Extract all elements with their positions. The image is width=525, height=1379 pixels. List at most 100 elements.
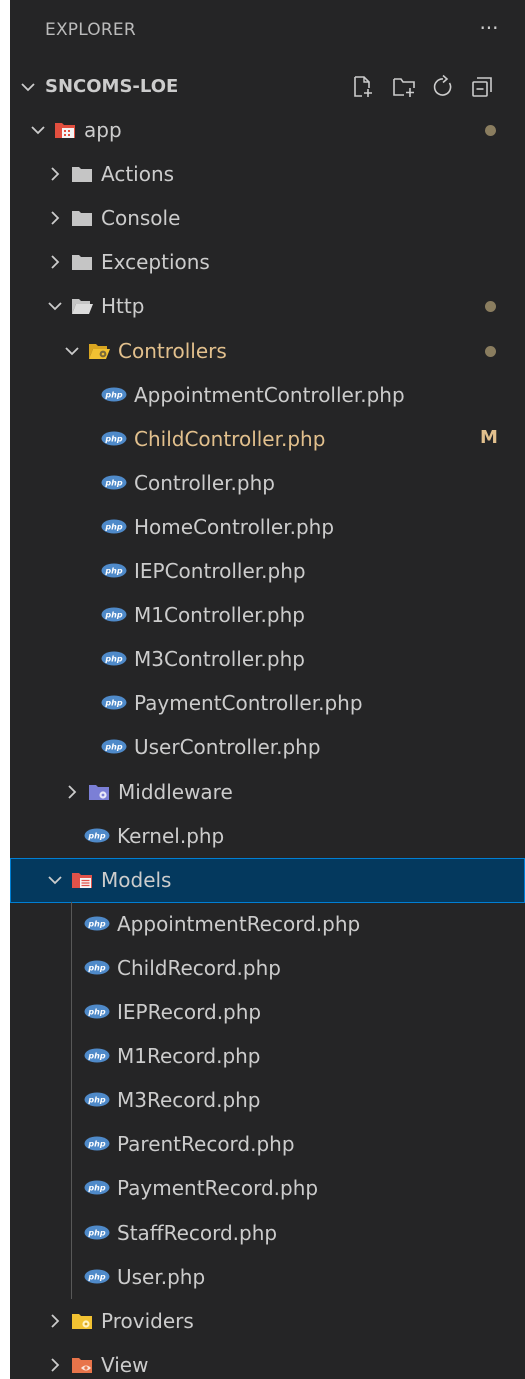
tree-item-label: Middleware [118, 779, 233, 804]
php-file-icon: php [101, 387, 127, 402]
indent-guide [71, 901, 72, 1299]
svg-text:php: php [104, 390, 122, 399]
tree-item-label: M3Controller.php [134, 647, 305, 672]
tree-item-label: Controllers [118, 338, 227, 363]
tree-file-item[interactable]: php HomeController.php [10, 505, 525, 550]
tree-item-label: IEPRecord.php [117, 1000, 262, 1024]
tree-item-label: Controller.php [134, 470, 275, 495]
tree-folder-item[interactable]: Models [10, 857, 525, 903]
chevron-right-icon [51, 211, 60, 225]
tree-file-item[interactable]: php IEPRecord.php [10, 990, 525, 1035]
tree-file-item[interactable]: php Kernel.php [10, 814, 525, 859]
tree-file-item[interactable]: php StaffRecord.php [10, 1211, 525, 1256]
tree-item-label: ParentRecord.php [117, 1132, 295, 1157]
tree-folder-item[interactable]: Console [10, 196, 525, 241]
php-file-icon: php [101, 519, 127, 534]
php-file-icon: php [84, 1092, 110, 1107]
view-folder-icon [72, 1357, 92, 1373]
tree-folder-item[interactable]: Middleware [10, 770, 525, 815]
chevron-right-icon [51, 255, 60, 269]
modified-dot-indicator [485, 301, 496, 313]
folder-open-icon [72, 299, 93, 315]
tree-item-label: Providers [101, 1308, 194, 1333]
php-file-icon: php [84, 1180, 110, 1195]
tree-file-item[interactable]: php ParentRecord.php [10, 1122, 525, 1167]
folder-icon [72, 211, 92, 227]
svg-text:php: php [104, 743, 122, 752]
chevron-down-icon [65, 346, 79, 355]
folder-icon [72, 255, 92, 271]
php-file-icon: php [101, 651, 127, 666]
tree-file-item[interactable]: php ChildRecord.php [10, 946, 525, 991]
tree-folder-item[interactable]: Exceptions [10, 240, 525, 285]
refresh-icon[interactable] [430, 74, 456, 100]
new-folder-icon[interactable] [391, 74, 417, 100]
folder-icon [72, 167, 92, 183]
tree-folder-item[interactable]: Actions [10, 152, 525, 197]
workspace-section-header[interactable]: SNCOMS-LOE [10, 64, 525, 110]
tree-item-label: M3Record.php [117, 1088, 261, 1113]
tree-file-item[interactable]: php M3Record.php [10, 1078, 525, 1123]
tree-file-item[interactable]: php UserController.php [10, 725, 525, 770]
php-file-icon: php [84, 1136, 110, 1151]
more-actions-button[interactable]: ··· [474, 16, 504, 46]
tree-file-item[interactable]: php ChildController.php M [10, 417, 525, 462]
tree-folder-item[interactable]: View [10, 1343, 525, 1379]
tree-item-label: ChildRecord.php [117, 955, 281, 980]
tree-item-label: User.php [117, 1264, 206, 1289]
svg-text:php: php [87, 1140, 105, 1149]
svg-text:php: php [104, 567, 122, 576]
svg-text:php: php [104, 522, 122, 531]
php-file-icon: php [101, 431, 127, 446]
tree-file-item[interactable]: php User.php [10, 1255, 525, 1300]
tree-folder-item[interactable]: Controllers [10, 329, 525, 374]
tree-file-item[interactable]: php M3Controller.php [10, 637, 525, 682]
php-file-icon: php [84, 1269, 110, 1284]
tree-file-item[interactable]: php M1Controller.php [10, 593, 525, 638]
php-file-icon: php [101, 695, 127, 710]
tree-item-label: View [101, 1352, 149, 1377]
php-file-icon: php [101, 739, 127, 754]
tree-item-label: IEPController.php [134, 559, 306, 583]
svg-text:php: php [104, 478, 122, 487]
tree-item-label: Http [101, 294, 145, 319]
php-file-icon: php [84, 916, 110, 931]
tree-file-item[interactable]: php Controller.php [10, 461, 525, 506]
collapse-all-icon[interactable] [469, 74, 495, 100]
app-folder-icon [55, 123, 75, 138]
php-file-icon: php [101, 475, 127, 490]
tree-file-item[interactable]: php AppointmentRecord.php [10, 902, 525, 947]
providers-folder-icon [72, 1313, 92, 1329]
tree-item-label: Models [101, 867, 172, 892]
svg-text:php: php [87, 831, 105, 840]
svg-text:php: php [87, 1096, 105, 1105]
svg-text:php: php [87, 1184, 105, 1193]
tree-item-label: Kernel.php [117, 823, 225, 848]
tree-file-item[interactable]: php M1Record.php [10, 1034, 525, 1079]
svg-text:php: php [104, 699, 122, 708]
svg-text:php: php [87, 919, 105, 928]
tree-item-label: UserController.php [134, 735, 321, 760]
new-file-icon[interactable] [350, 74, 376, 100]
tree-file-item[interactable]: php AppointmentController.php [10, 373, 525, 418]
tree-folder-item[interactable]: Providers [10, 1299, 525, 1344]
svg-text:php: php [87, 1052, 105, 1061]
tree-file-item[interactable]: php PaymentController.php [10, 681, 525, 726]
svg-text:php: php [87, 1228, 105, 1237]
chevron-down-icon [48, 302, 62, 311]
chevron-right-icon [68, 784, 77, 799]
svg-text:php: php [87, 1272, 105, 1281]
tree-file-item[interactable]: php PaymentRecord.php [10, 1166, 525, 1211]
tree-item-label: PaymentRecord.php [117, 1176, 319, 1201]
chevron-down-icon [31, 126, 45, 135]
tree-file-item[interactable]: php IEPController.php [10, 549, 525, 594]
modified-dot-indicator [485, 345, 496, 357]
php-file-icon: php [101, 607, 127, 622]
tree-item-label: app [84, 118, 122, 142]
tree-folder-item[interactable]: app [10, 108, 525, 153]
tree-item-label: Console [101, 206, 181, 231]
tree-folder-item[interactable]: Http [10, 284, 525, 329]
php-file-icon: php [84, 960, 110, 975]
svg-text:php: php [104, 434, 122, 443]
chevron-down-icon [48, 876, 62, 884]
